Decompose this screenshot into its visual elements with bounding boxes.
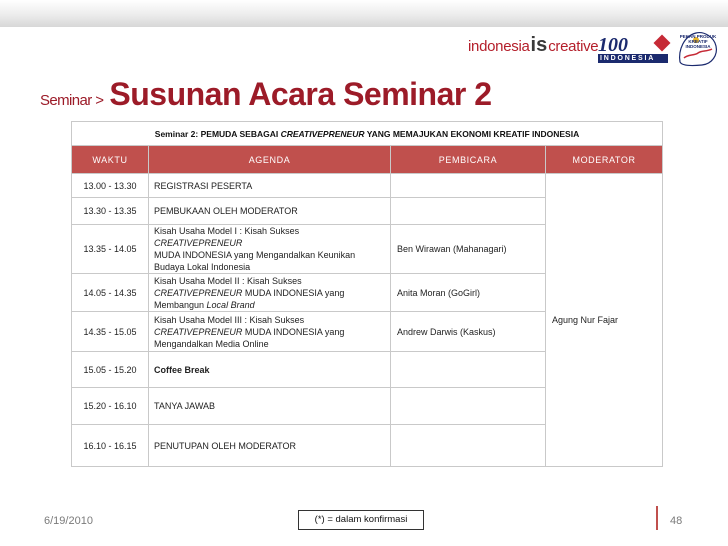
logo-word-is: is (530, 34, 548, 56)
caption-text-end: YANG MEMAJUKAN EKONOMI KREATIF INDONESIA (364, 128, 580, 139)
agenda-text-italic: CREATIVEPRENEUR (154, 326, 243, 337)
heart-icon (653, 34, 671, 52)
row-speaker (390, 197, 546, 225)
row-time: 15.20 - 16.10 (71, 387, 149, 425)
footer-note: (*) = dalam konfirmasi (298, 510, 424, 530)
row-speaker (390, 387, 546, 425)
row-agenda: TANYA JAWAB (148, 387, 391, 425)
top-band (0, 0, 728, 27)
row-agenda: REGISTRASI PESERTA (148, 173, 391, 198)
title-prefix: Seminar > (40, 92, 104, 109)
agenda-line: Kisah Usaha Model III : Kisah Sukses (154, 314, 305, 325)
row-speaker (390, 351, 546, 388)
agenda-line: Membangun Local Brand (154, 299, 385, 311)
moderator-name: Agung Nur Fajar (544, 173, 664, 467)
row-speaker: Anita Moran (GoGirl) (390, 273, 546, 312)
row-time: 13.00 - 13.30 (71, 173, 149, 198)
row-speaker (390, 173, 546, 198)
agenda-table: Seminar 2: PEMUDA SEBAGAI CREATIVEPRENEU… (70, 121, 664, 467)
row-agenda: PENUTUPAN OLEH MODERATOR (148, 424, 391, 467)
logo-100-sub: INDONESIA (600, 55, 656, 62)
agenda-text-italic: Local Brand (206, 299, 255, 310)
agenda-text: MUDA INDONESIA yang (242, 287, 345, 298)
agenda-line: MUDA INDONESIA yang Mengandalkan Keunika… (154, 250, 356, 260)
header-pembicara: PEMBICARA (390, 145, 546, 174)
footer-date: 6/19/2010 (44, 515, 93, 527)
row-speaker (390, 424, 546, 467)
row-agenda: PEMBUKAAN OLEH MODERATOR (148, 197, 391, 225)
row-time: 14.05 - 14.35 (71, 273, 149, 312)
row-agenda: Kisah Usaha Model II : Kisah Sukses CREA… (148, 273, 391, 312)
row-speaker: Ben Wirawan (Mahanagari) (390, 224, 546, 274)
agenda-text: Kisah Usaha Model I : Kisah Sukses (154, 226, 300, 236)
agenda-line: Kisah Usaha Model I : Kisah Sukses CREAT… (154, 225, 385, 249)
row-speaker: Andrew Darwis (Kaskus) (390, 311, 546, 352)
agenda-line: CREATIVEPRENEUR MUDA INDONESIA yang (154, 287, 385, 299)
header-waktu: WAKTU (71, 145, 149, 174)
table-row: 13.00 - 13.30 REGISTRASI PESERTA Agung N… (71, 173, 664, 467)
agenda-line: Kisah Usaha Model II : Kisah Sukses (154, 275, 302, 286)
table-header-row: WAKTU AGENDA PEMBICARA MODERATOR (71, 145, 664, 174)
crest-text: PEKAN PRODUK KREATIF INDONESIA (679, 34, 717, 49)
pekan-produk-kreatif-logo: PEKAN PRODUK KREATIF INDONESIA (674, 28, 720, 68)
agenda-line: CREATIVEPRENEUR MUDA INDONESIA yang (154, 326, 385, 338)
agenda-text: MUDA INDONESIA yang (242, 326, 345, 337)
row-time: 13.30 - 13.35 (71, 197, 149, 225)
logo-word-indonesia: indonesia (468, 38, 530, 55)
logo-100-number: 100 (598, 34, 628, 56)
row-time: 16.10 - 16.15 (71, 424, 149, 467)
row-agenda: Kisah Usaha Model I : Kisah Sukses CREAT… (148, 224, 391, 274)
footer-divider (656, 506, 658, 530)
row-agenda: Coffee Break (148, 351, 391, 388)
row-agenda: Kisah Usaha Model III : Kisah Sukses CRE… (148, 311, 391, 352)
agenda-text: Membangun (154, 299, 207, 310)
table-caption-row: Seminar 2: PEMUDA SEBAGAI CREATIVEPRENEU… (70, 121, 664, 146)
header-moderator: MODERATOR (544, 145, 664, 174)
100-indonesia-logo: 100 INDONESIA (598, 34, 671, 63)
table-caption: Seminar 2: PEMUDA SEBAGAI CREATIVEPRENEU… (70, 121, 664, 146)
caption-text-start: Seminar 2: PEMUDA SEBAGAI (154, 128, 281, 139)
caption-text-italic: CREATIVEPRENEUR (280, 128, 365, 139)
agenda-text-italic: CREATIVEPRENEUR (154, 238, 243, 248)
page-number: 48 (670, 515, 683, 527)
row-time: 15.05 - 15.20 (71, 351, 149, 388)
slide-title: Seminar > Susunan Acara Seminar 2 (40, 76, 492, 113)
header-agenda: AGENDA (148, 145, 391, 174)
indonesia-is-creative-logo: indonesia is creative (468, 34, 599, 60)
agenda-line: Mengandalkan Media Online (154, 338, 269, 349)
agenda-text-italic: CREATIVEPRENEUR (154, 287, 243, 298)
page-title: Susunan Acara Seminar 2 (109, 76, 492, 112)
row-time: 13.35 - 14.05 (71, 224, 149, 274)
logo-word-creative: creative (548, 38, 599, 55)
agenda-line: Budaya Lokal Indonesia (154, 262, 251, 272)
row-time: 14.35 - 15.05 (71, 311, 149, 352)
